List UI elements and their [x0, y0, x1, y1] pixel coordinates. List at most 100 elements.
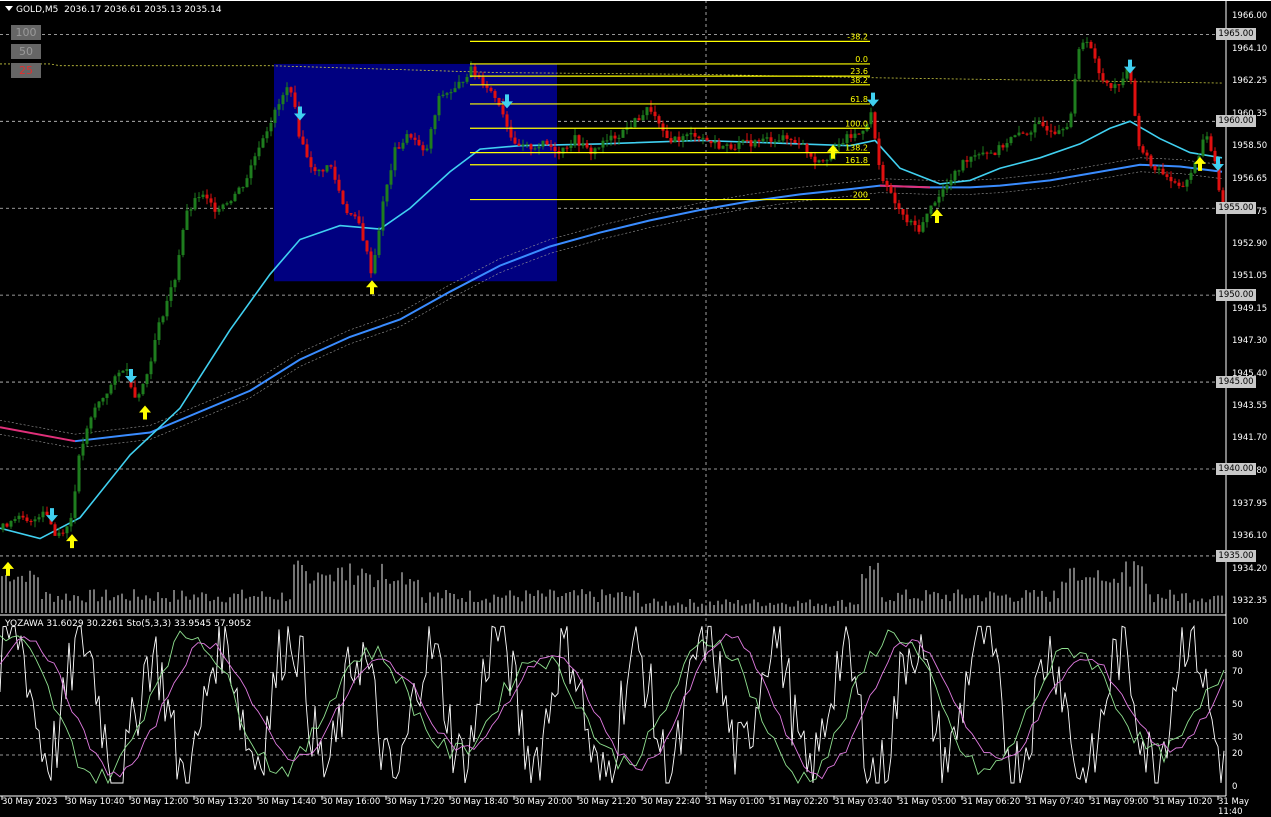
candle-body: [97, 401, 101, 408]
candle-body: [53, 524, 57, 536]
candle-body: [705, 137, 709, 141]
candle-body: [193, 198, 197, 210]
candle-body: [469, 66, 473, 78]
candle-body: [161, 316, 165, 323]
candle-body: [1045, 125, 1049, 131]
candle-body: [189, 209, 193, 211]
candle-body: [785, 135, 789, 139]
candle-body: [369, 251, 373, 274]
candle-body: [241, 187, 245, 189]
level-button-100[interactable]: 100: [11, 25, 41, 40]
buy-arrow-icon: [366, 280, 378, 295]
candle-body: [781, 135, 785, 141]
candle-body: [9, 520, 13, 527]
candle-body: [1145, 152, 1149, 156]
candle-body: [577, 135, 581, 146]
time-tick-label: 30 May 20:00: [514, 797, 573, 807]
candle-body: [385, 184, 389, 202]
price-tick-label: 1966.00: [1232, 11, 1268, 21]
candle-body: [481, 77, 485, 85]
candle-body: [929, 205, 933, 214]
candle-body: [793, 140, 797, 144]
candle-body: [61, 532, 65, 534]
candle-body: [673, 136, 677, 143]
candle-body: [925, 213, 929, 223]
candle-body: [985, 152, 989, 154]
yellow-dotted-ma: [0, 63, 1223, 84]
candle-body: [621, 129, 625, 138]
candle-body: [717, 141, 721, 149]
candle-body: [773, 141, 777, 143]
candle-body: [337, 179, 341, 191]
candle-body: [437, 95, 441, 116]
chart-window[interactable]: -38.2 0.0 23.6 38.2 61.8 100.0 138.2 161.8 200 G…: [0, 0, 1271, 817]
candle-body: [381, 201, 385, 231]
candle-body: [293, 92, 297, 108]
candle-body: [1053, 131, 1057, 134]
candle-body: [1081, 42, 1085, 50]
candle-body: [1201, 139, 1205, 156]
level-button-25[interactable]: 25: [11, 63, 41, 78]
candle-body: [657, 116, 661, 124]
oscillator-tick-label: 100: [1232, 617, 1249, 627]
candle-body: [41, 511, 45, 518]
candle-body: [377, 230, 381, 256]
candle-body: [569, 144, 573, 149]
candle-body: [765, 137, 769, 139]
candle-body: [817, 160, 821, 163]
candle-body: [945, 185, 949, 190]
candle-body: [813, 156, 817, 163]
candle-body: [1073, 78, 1077, 114]
candle-body: [733, 148, 737, 150]
price-tick-label: 1932.35: [1232, 596, 1268, 606]
candle-body: [285, 87, 289, 96]
time-tick-label: 31 May 02:20: [770, 797, 829, 807]
time-tick-label: 31 May 05:00: [898, 797, 957, 807]
candle-body: [433, 115, 437, 130]
candle-body: [1077, 49, 1081, 79]
fast-ma-line: [0, 120, 1223, 540]
candle-body: [565, 147, 569, 149]
candle-body: [421, 145, 425, 151]
candle-body: [57, 532, 61, 536]
candle-body: [401, 142, 405, 149]
candle-body: [85, 428, 89, 444]
candle-body: [861, 130, 865, 134]
time-tick-label: 30 May 10:40: [66, 797, 125, 807]
candle-body: [877, 138, 881, 165]
candle-body: [953, 170, 957, 181]
candle-body: [25, 517, 29, 522]
candle-body: [221, 204, 225, 209]
zone-box: [274, 63, 557, 282]
candle-body: [649, 107, 653, 112]
time-tick-label: 30 May 22:40: [642, 797, 701, 807]
candle-body: [553, 146, 557, 151]
candle-body: [749, 140, 753, 147]
candle-body: [1009, 137, 1013, 144]
candle-body: [845, 134, 849, 143]
candle-body: [573, 135, 577, 145]
candle-body: [681, 136, 685, 142]
candle-body: [905, 214, 909, 223]
candle-body: [617, 137, 621, 139]
candle-body: [449, 92, 453, 94]
candle-body: [465, 77, 469, 82]
candle-body: [45, 511, 49, 516]
candle-body: [269, 122, 273, 132]
candle-body: [529, 144, 533, 150]
candle-body: [493, 91, 497, 98]
candle-body: [461, 81, 465, 83]
price-chart[interactable]: -38.20.023.638.261.8100.0138.2161.8200: [0, 0, 1271, 815]
candle-body: [1141, 146, 1145, 153]
dropdown-triangle-icon[interactable]: [5, 6, 13, 11]
price-tick-label: 1941.70: [1232, 433, 1268, 444]
candle-body: [1037, 122, 1041, 125]
candle-body: [741, 139, 745, 142]
level-button-50[interactable]: 50: [11, 44, 41, 59]
candle-body: [1117, 84, 1121, 86]
candle-body: [233, 193, 237, 202]
candle-body: [1105, 80, 1109, 84]
candle-body: [313, 167, 317, 172]
fib-level-label: 200: [853, 191, 868, 200]
candle-body: [713, 141, 717, 144]
